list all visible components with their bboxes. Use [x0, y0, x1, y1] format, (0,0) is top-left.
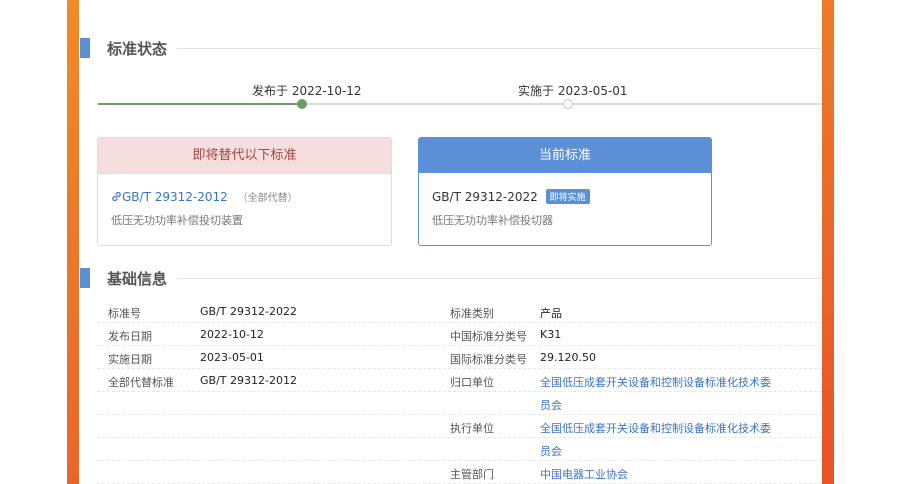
info-row: 全部代替标准 GB/T 29312-2012 归口单位 全国低压成套开关设备和控… — [97, 369, 822, 392]
replaced-standard-card: 即将替代以下标准 GB/T 29312-2012 （全部代替） 低压无功功率补偿… — [97, 137, 392, 246]
current-standard-line: GB/T 29312-2022 即将实施 — [432, 189, 590, 204]
info-row: 实施日期 2023-05-01 国际标准分类号 29.120.50 — [97, 346, 822, 369]
field-label: 发布日期 — [108, 330, 152, 343]
section-marker — [80, 268, 90, 288]
current-standard-code: GB/T 29312-2022 — [432, 190, 538, 204]
current-standard-name: 低压无功功率补偿投切器 — [432, 214, 553, 227]
field-label: 主管部门 — [450, 468, 494, 481]
basic-section-title: 基础信息 — [107, 269, 168, 288]
field-label: 标准号 — [108, 307, 141, 320]
replaced-standard-code: GB/T 29312-2012 — [122, 190, 228, 204]
field-value: 2023-05-01 — [200, 351, 264, 364]
authority-link[interactable]: 中国电器工业协会 — [540, 466, 628, 482]
section-divider — [177, 277, 822, 279]
link-icon — [112, 191, 121, 202]
section-marker — [80, 38, 90, 58]
status-section-header: 标准状态 — [80, 38, 822, 58]
section-divider — [177, 47, 822, 49]
right-orange-bar — [822, 0, 834, 484]
committee-link-cont[interactable]: 员会 — [540, 397, 562, 413]
field-value: 29.120.50 — [540, 351, 596, 364]
implemented-dot — [563, 99, 573, 109]
replaced-standard-line: GB/T 29312-2012 （全部代替） — [111, 189, 298, 204]
field-label: 全部代替标准 — [108, 376, 174, 389]
field-value: GB/T 29312-2022 — [200, 305, 297, 318]
implemented-label: 实施于 2023-05-01 — [518, 84, 628, 98]
current-card-header: 当前标准 — [419, 138, 711, 173]
field-value: GB/T 29312-2012 — [200, 374, 297, 387]
published-dot — [297, 99, 307, 109]
field-value: K31 — [540, 328, 562, 341]
executing-unit-link[interactable]: 全国低压成套开关设备和控制设备标准化技术委 — [540, 420, 771, 436]
timeline-progress — [98, 103, 302, 105]
basic-section-header: 基础信息 — [80, 268, 822, 288]
status-badge: 即将实施 — [545, 189, 590, 204]
status-timeline: 发布于 2022-10-12 实施于 2023-05-01 — [98, 80, 822, 110]
info-row: 发布日期 2022-10-12 中国标准分类号 K31 — [97, 323, 822, 346]
info-row: 主管部门 中国电器工业协会 — [97, 461, 822, 484]
replaced-standard-name: 低压无功功率补偿投切装置 — [111, 214, 243, 227]
info-row: 员会 — [97, 392, 822, 415]
field-label: 执行单位 — [450, 422, 494, 435]
timeline-remaining — [302, 103, 822, 105]
field-value: 2022-10-12 — [200, 328, 264, 341]
replacement-note: （全部代替） — [237, 193, 298, 204]
field-label: 标准类别 — [450, 307, 494, 320]
committee-link[interactable]: 全国低压成套开关设备和控制设备标准化技术委 — [540, 374, 771, 390]
field-label: 实施日期 — [108, 353, 152, 366]
replaced-card-header: 即将替代以下标准 — [98, 138, 391, 174]
info-row: 执行单位 全国低压成套开关设备和控制设备标准化技术委 — [97, 415, 822, 438]
published-label: 发布于 2022-10-12 — [252, 84, 362, 98]
field-label: 国际标准分类号 — [450, 353, 527, 366]
info-row: 员会 — [97, 438, 822, 461]
replaced-standard-link[interactable]: GB/T 29312-2012 — [111, 190, 232, 204]
executing-unit-link-cont[interactable]: 员会 — [540, 443, 562, 459]
status-section-title: 标准状态 — [107, 39, 168, 58]
field-label: 中国标准分类号 — [450, 330, 527, 343]
left-orange-bar — [67, 0, 79, 484]
info-row: 标准号 GB/T 29312-2022 标准类别 产品 — [97, 300, 822, 323]
basic-info-table: 标准号 GB/T 29312-2022 标准类别 产品 发布日期 2022-10… — [97, 300, 822, 484]
field-value: 产品 — [540, 307, 562, 320]
field-label: 归口单位 — [450, 376, 494, 389]
current-standard-card: 当前标准 GB/T 29312-2022 即将实施 低压无功功率补偿投切器 — [418, 137, 712, 246]
